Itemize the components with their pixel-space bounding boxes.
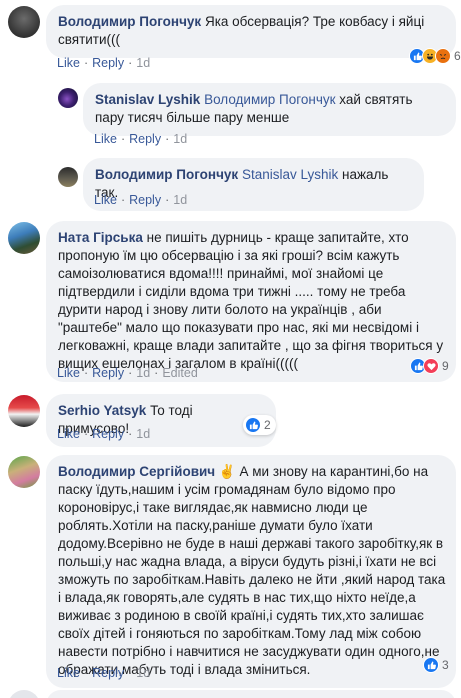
like-icon	[423, 657, 439, 673]
like-link[interactable]: Like	[57, 427, 80, 441]
reply-link[interactable]: Reply	[129, 132, 161, 146]
like-link[interactable]: Like	[94, 132, 117, 146]
comment-bubble: Володимир Погончук Яка обсервація? Тре к…	[46, 5, 456, 58]
timestamp[interactable]: 1d	[173, 132, 187, 146]
comment-bubble	[46, 690, 456, 698]
comment-text: не пишіть дурниць - краще запитайте, хто…	[58, 230, 444, 371]
reply-link[interactable]: Reply	[92, 666, 124, 680]
avatar[interactable]	[8, 222, 40, 254]
reply-link[interactable]: Reply	[129, 193, 161, 207]
comment-author[interactable]: Serhio Yatsyk	[58, 403, 146, 418]
comment-bubble: Stanislav Lyshik Володимир Погончук хай …	[83, 83, 456, 136]
reaction-summary[interactable]: 3	[423, 655, 449, 675]
reaction-count: 6	[454, 49, 461, 63]
reaction-count: 3	[442, 658, 449, 672]
reaction-count: 9	[442, 359, 449, 373]
like-link[interactable]: Like	[57, 666, 80, 680]
avatar[interactable]	[8, 395, 40, 427]
edited-label[interactable]: Edited	[162, 366, 197, 380]
reaction-summary[interactable]: 9	[410, 356, 449, 376]
mention-link[interactable]: Володимир Погончук	[204, 92, 335, 107]
avatar[interactable]	[8, 690, 40, 698]
comment-actions: Like · Reply · 1d · Edited	[57, 366, 198, 380]
reaction-summary[interactable]: 2	[243, 415, 276, 435]
like-link[interactable]: Like	[94, 193, 117, 207]
avatar[interactable]	[8, 456, 40, 488]
comment-actions: Like · Reply · 1d	[94, 193, 188, 207]
love-icon	[423, 358, 439, 374]
timestamp[interactable]: 1d	[136, 366, 150, 380]
reply-link[interactable]: Reply	[92, 56, 124, 70]
comment-actions: Like · Reply · 1d	[94, 132, 188, 146]
avatar[interactable]	[58, 88, 78, 108]
comment-text: А ми знову на карантині,бо на паску їдут…	[58, 464, 446, 677]
timestamp[interactable]: 1d	[136, 666, 150, 680]
avatar[interactable]	[58, 167, 78, 187]
reaction-summary[interactable]: 6	[409, 46, 461, 66]
comment-bubble: Володимир Сергійович ✌ А ми знову на кар…	[46, 455, 456, 688]
comment-bubble: Ната Гірська не пишіть дурниць - краще з…	[46, 221, 456, 382]
hand-badge-icon: ✌	[218, 464, 236, 479]
comment-author[interactable]: Володимир Погончук	[95, 167, 238, 182]
timestamp[interactable]: 1d	[136, 427, 150, 441]
avatar[interactable]	[8, 6, 40, 38]
comment-actions: Like · Reply · 1d	[57, 666, 151, 680]
like-link[interactable]: Like	[57, 366, 80, 380]
comment-author[interactable]: Володимир Сергійович	[58, 464, 215, 479]
comment-author[interactable]: Володимир Погончук	[58, 14, 201, 29]
like-icon	[245, 417, 261, 433]
reaction-count: 2	[264, 418, 271, 432]
comment-actions: Like · Reply · 1d	[57, 427, 151, 441]
comment-author[interactable]: Stanislav Lyshik	[95, 92, 200, 107]
like-link[interactable]: Like	[57, 56, 80, 70]
reply-link[interactable]: Reply	[92, 366, 124, 380]
timestamp[interactable]: 1d	[136, 56, 150, 70]
comment-actions: Like · Reply · 1d	[57, 56, 151, 70]
comment-author[interactable]: Ната Гірська	[58, 230, 143, 245]
angry-icon	[435, 48, 451, 64]
timestamp[interactable]: 1d	[173, 193, 187, 207]
reply-link[interactable]: Reply	[92, 427, 124, 441]
mention-link[interactable]: Stanislav Lyshik	[242, 167, 338, 182]
